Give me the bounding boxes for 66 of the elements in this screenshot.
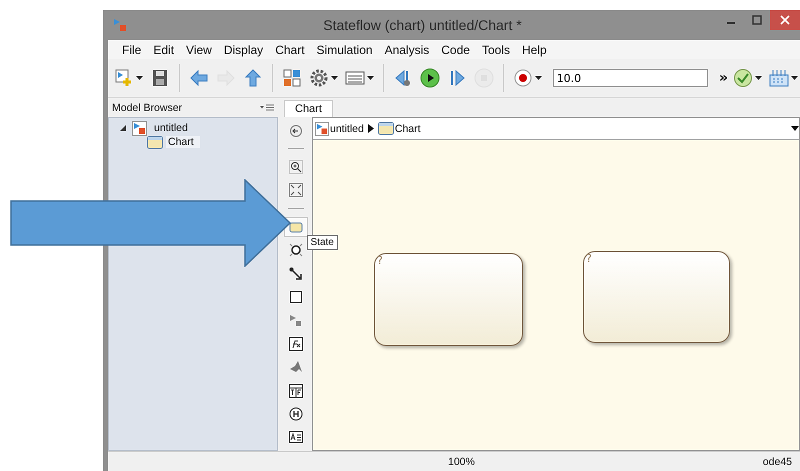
caret-icon xyxy=(791,76,798,80)
function-icon xyxy=(288,336,302,351)
expand-triangle-icon[interactable] xyxy=(119,124,127,132)
state-icon xyxy=(288,220,302,234)
run-icon xyxy=(420,68,440,88)
state-label[interactable]: ? xyxy=(586,252,592,265)
back-icon xyxy=(188,68,209,88)
menu-item[interactable]: Chart xyxy=(269,42,311,56)
chart-icon xyxy=(147,136,163,148)
model-icon xyxy=(132,120,147,136)
dropdown-arrow-icon[interactable] xyxy=(791,126,799,131)
panel-title: Model Browser xyxy=(112,102,182,114)
fit-icon xyxy=(288,183,302,198)
menu-item[interactable]: Code xyxy=(435,42,476,56)
annotation-icon xyxy=(288,430,302,444)
explorer-icon xyxy=(282,68,302,88)
menu-item[interactable]: Analysis xyxy=(378,42,436,56)
tooltip: State xyxy=(306,235,338,250)
save-icon xyxy=(150,68,170,88)
caret-icon xyxy=(366,76,374,80)
new-model-icon xyxy=(114,68,134,88)
truth-icon xyxy=(288,384,302,398)
box-icon xyxy=(288,290,302,304)
gear-icon xyxy=(308,68,329,88)
close-button[interactable] xyxy=(770,10,800,30)
menu-item[interactable]: View xyxy=(180,42,218,56)
caret-icon xyxy=(330,76,338,80)
menu-item[interactable]: Display xyxy=(218,42,270,56)
transition-icon xyxy=(288,266,302,281)
menu-item[interactable]: Simulation xyxy=(310,42,379,56)
state-label[interactable]: ? xyxy=(377,254,383,267)
chart-tab[interactable]: Chart xyxy=(284,100,333,117)
breadcrumb-separator-icon xyxy=(368,124,374,133)
chart-icon xyxy=(378,122,394,135)
window-title: Stateflow (chart) untitled/Chart * xyxy=(322,17,523,33)
breadcrumb-label: untitled xyxy=(330,122,364,134)
check-icon xyxy=(733,68,753,88)
tree-item[interactable]: Chart xyxy=(166,136,200,148)
state-block[interactable]: ? xyxy=(374,253,523,346)
status-solver: ode45 xyxy=(762,456,792,468)
app-icon xyxy=(113,18,127,32)
menu-item[interactable]: Help xyxy=(516,42,553,56)
menu-item[interactable]: Tools xyxy=(476,42,516,56)
stop-time-field[interactable]: 10.0 xyxy=(552,69,708,87)
menu-item[interactable]: File xyxy=(116,42,148,56)
toolbar-overflow-button[interactable]: » xyxy=(718,70,728,86)
breadcrumb-label: Chart xyxy=(394,122,421,134)
minimize-icon xyxy=(727,22,735,24)
step-back-icon xyxy=(392,68,413,88)
caret-icon xyxy=(136,76,143,80)
caret-icon xyxy=(755,76,762,80)
panel-menu-icon[interactable] xyxy=(260,104,274,111)
menu-item[interactable]: Edit xyxy=(147,42,180,56)
state-block[interactable]: ? xyxy=(583,251,730,343)
tree-item[interactable]: untitled xyxy=(152,122,194,134)
up-icon xyxy=(242,68,263,88)
maximize-icon xyxy=(752,15,762,25)
caret-icon xyxy=(534,76,542,80)
junction-icon xyxy=(288,243,302,258)
back-icon xyxy=(288,124,302,138)
grid-icon xyxy=(769,68,789,88)
zoom-icon xyxy=(288,160,302,174)
close-icon xyxy=(780,15,790,25)
record-icon xyxy=(512,68,533,88)
history-icon xyxy=(288,406,302,421)
status-zoom: 100% xyxy=(448,456,475,468)
